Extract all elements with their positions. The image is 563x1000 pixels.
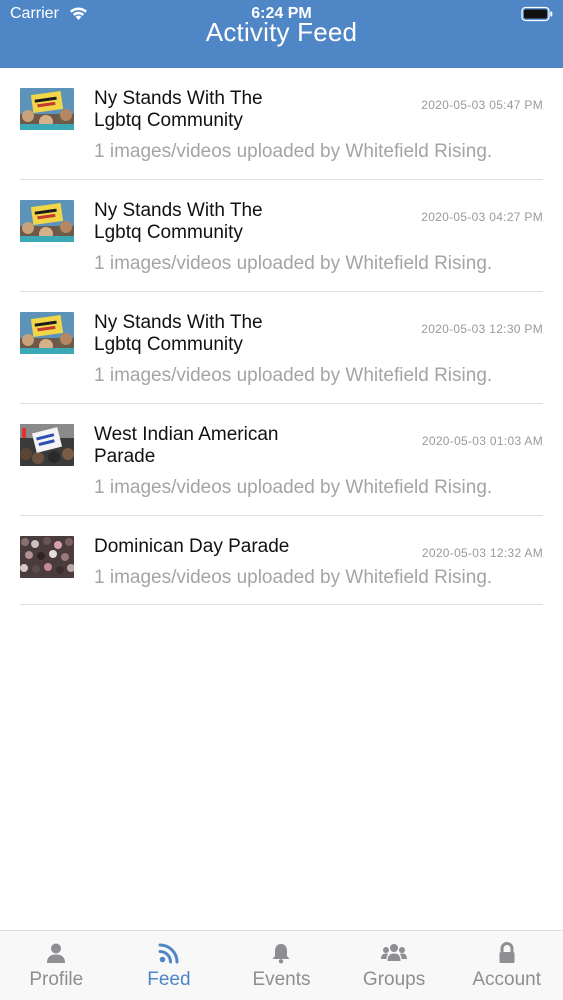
feed-item[interactable]: Ny Stands With The Lgbtq Community 2020-… [20, 180, 543, 292]
feed-item-timestamp: 2020-05-03 12:32 AM [421, 546, 543, 560]
tab-groups[interactable]: Groups [338, 931, 451, 1000]
tab-events[interactable]: Events [225, 931, 338, 1000]
rss-icon [158, 943, 179, 964]
feed-item[interactable]: Dominican Day Parade 2020-05-03 12:32 AM… [20, 516, 543, 605]
tab-profile[interactable]: Profile [0, 931, 113, 1000]
activity-feed-list[interactable]: Ny Stands With The Lgbtq Community 2020-… [0, 68, 563, 605]
parade-sign-thumbnail [20, 424, 74, 466]
feed-item-title: Ny Stands With The Lgbtq Community [94, 88, 263, 131]
feed-item[interactable]: Ny Stands With The Lgbtq Community 2020-… [20, 292, 543, 404]
tab-bar: Profile Feed Events Groups Account [0, 930, 563, 1000]
app-root: Carrier 6:24 PM Activity Feed Ny Stands … [0, 0, 563, 1000]
person-icon [47, 943, 66, 963]
feed-item-timestamp: 2020-05-03 04:27 PM [421, 210, 543, 224]
feed-item-subtitle: 1 images/videos uploaded by Whitefield R… [94, 141, 493, 162]
tab-feed[interactable]: Feed [113, 931, 226, 1000]
feed-item-subtitle: 1 images/videos uploaded by Whitefield R… [94, 365, 493, 386]
navigation-header: Carrier 6:24 PM Activity Feed [0, 0, 563, 68]
page-title: Activity Feed [205, 17, 358, 47]
protest-sign-thumbnail [20, 88, 74, 130]
feed-item-timestamp: 2020-05-03 05:47 PM [421, 98, 543, 112]
tab-label: Account [472, 969, 541, 990]
feed-item-subtitle: 1 images/videos uploaded by Whitefield R… [94, 567, 493, 588]
feed-item[interactable]: West Indian American Parade 2020-05-03 0… [20, 404, 543, 516]
tab-account[interactable]: Account [450, 931, 563, 1000]
tab-label: Feed [147, 969, 191, 990]
feed-item-title: Ny Stands With The Lgbtq Community [94, 312, 263, 355]
lock-icon [499, 942, 515, 963]
protest-sign-thumbnail [20, 200, 74, 242]
feed-item-subtitle: 1 images/videos uploaded by Whitefield R… [94, 477, 493, 498]
crowd-thumbnail [20, 536, 74, 578]
feed-item[interactable]: Ny Stands With The Lgbtq Community 2020-… [20, 68, 543, 180]
feed-item-timestamp: 2020-05-03 12:30 PM [421, 322, 543, 336]
tab-label: Groups [362, 969, 426, 990]
feed-item-subtitle: 1 images/videos uploaded by Whitefield R… [94, 253, 493, 274]
tab-label: Profile [29, 969, 84, 990]
feed-item-title: Ny Stands With The Lgbtq Community [94, 200, 263, 243]
feed-item-title: West Indian American Parade [94, 424, 279, 467]
protest-sign-thumbnail [20, 312, 74, 354]
feed-item-title: Dominican Day Parade [94, 536, 290, 557]
bell-icon [272, 944, 290, 964]
tab-label: Events [252, 969, 311, 990]
feed-item-timestamp: 2020-05-03 01:03 AM [421, 434, 543, 448]
users-icon [381, 944, 408, 961]
